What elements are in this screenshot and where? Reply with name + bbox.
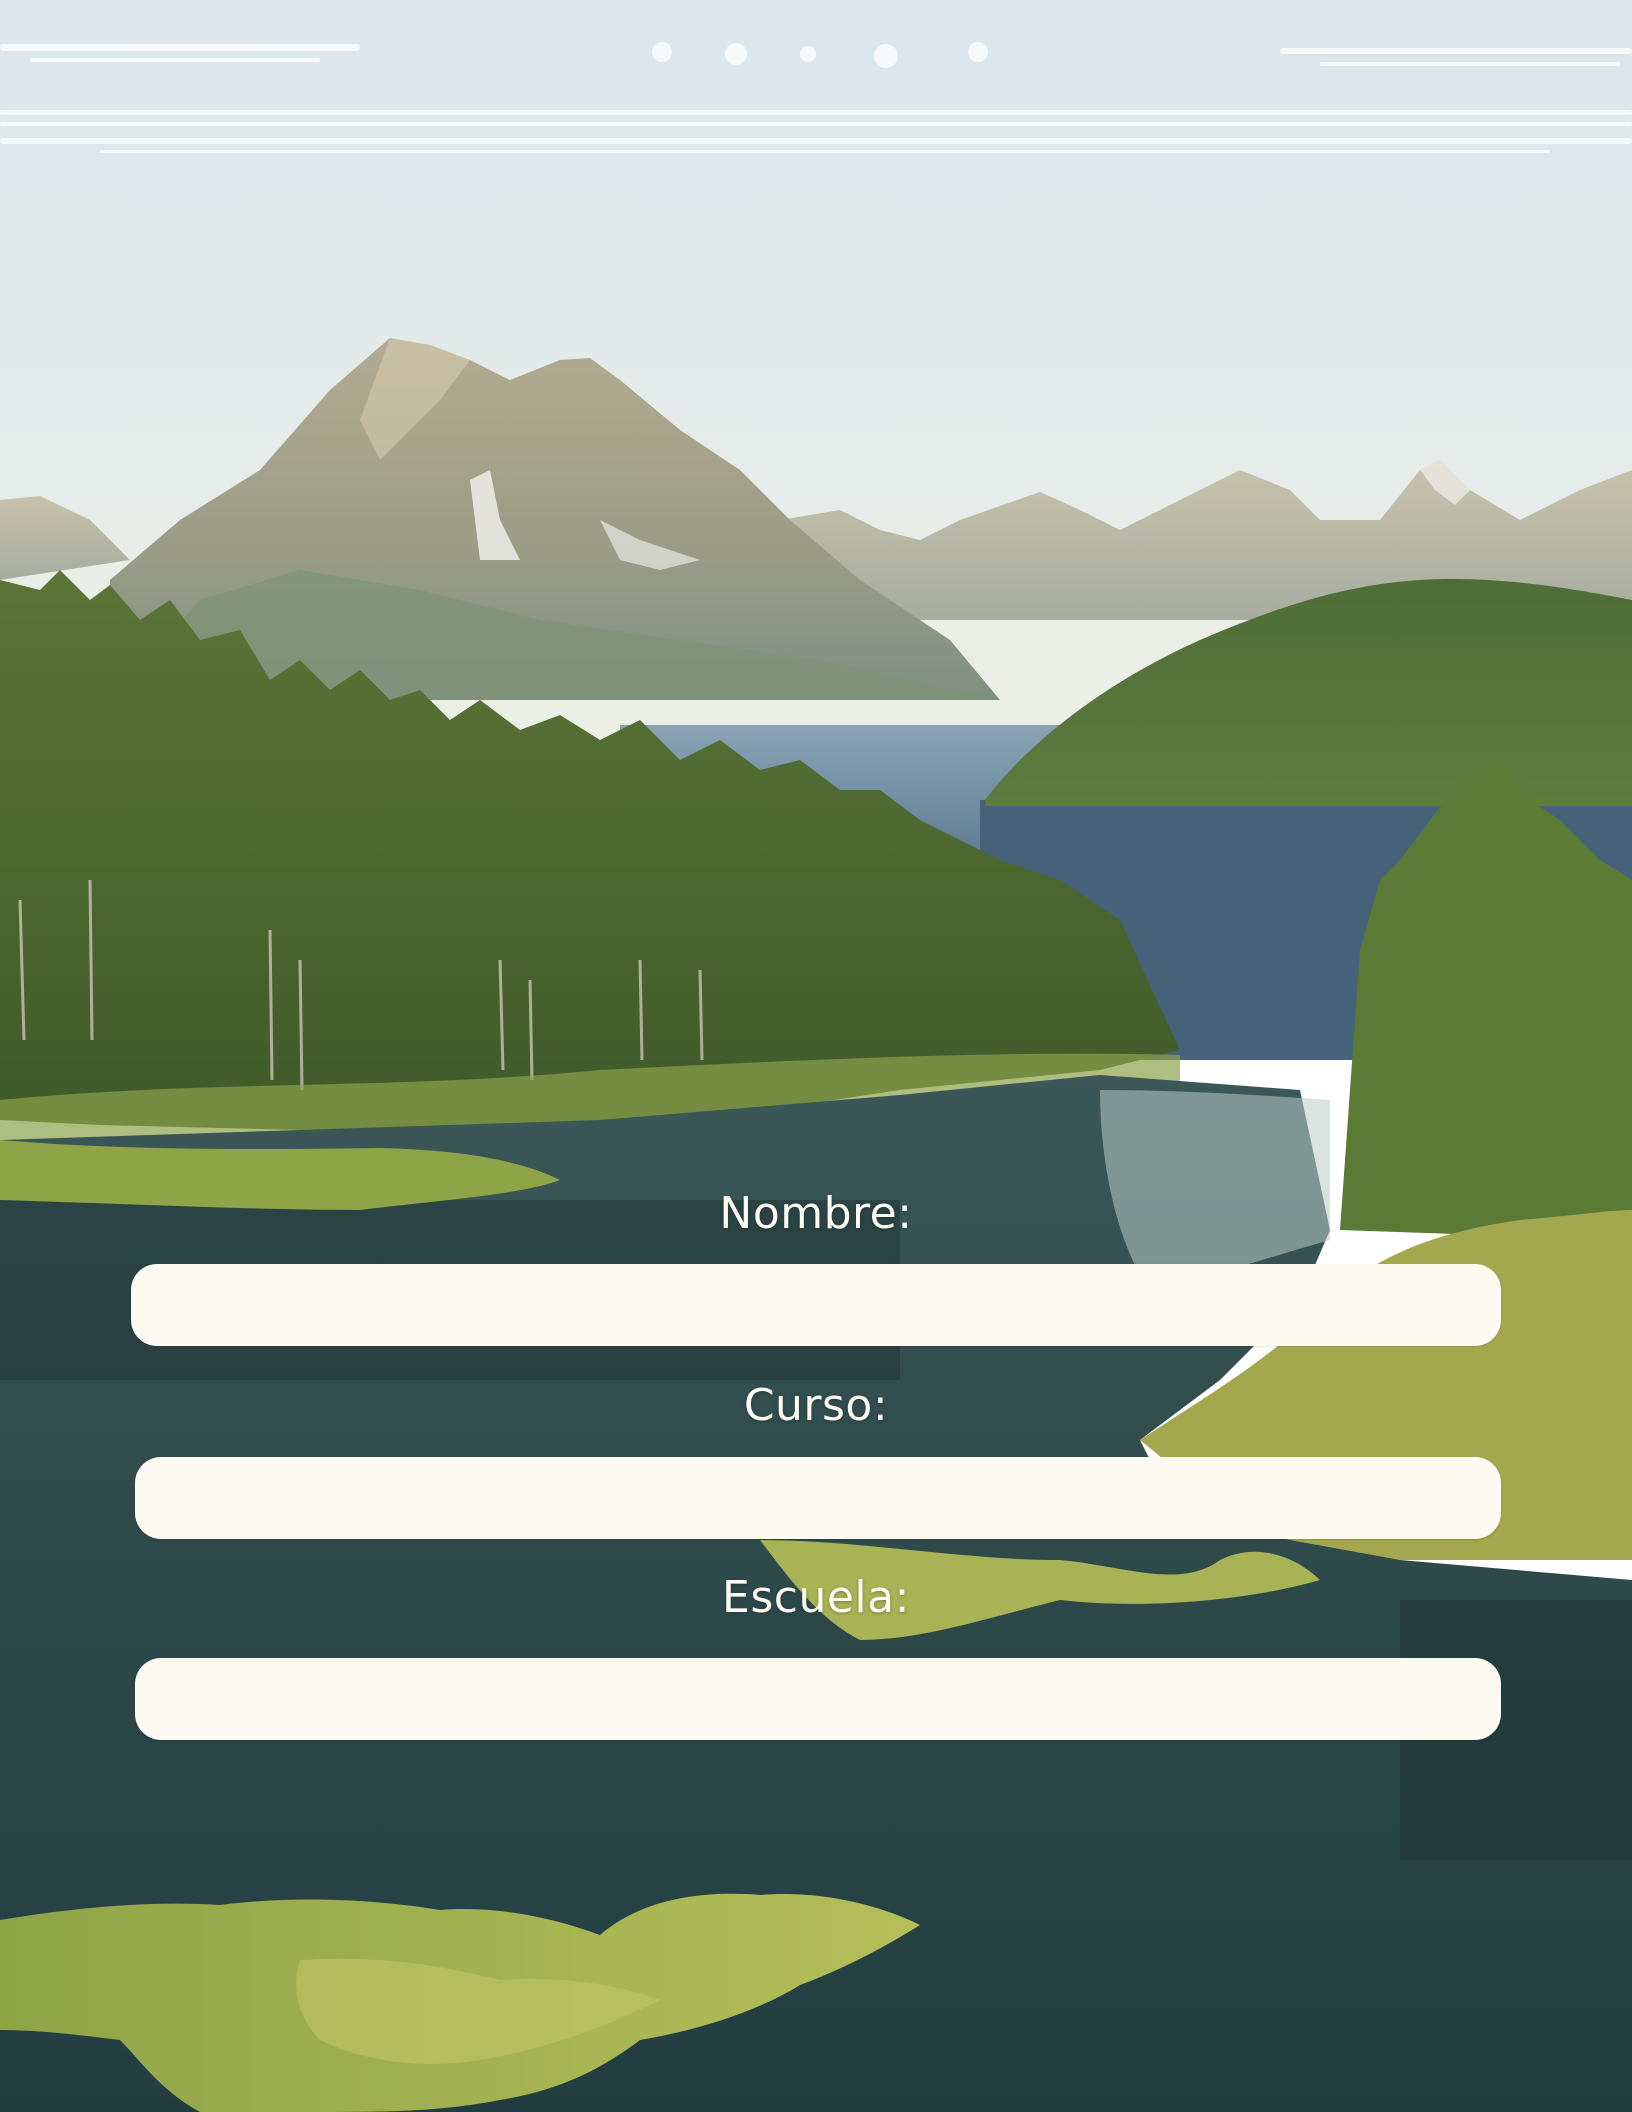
nombre-label: Nombre:	[719, 1188, 913, 1239]
nombre-field[interactable]	[131, 1264, 1501, 1346]
escuela-label: Escuela:	[722, 1572, 910, 1623]
cover-page: Nombre: Curso: Escuela:	[0, 0, 1632, 2112]
curso-field[interactable]	[135, 1457, 1501, 1539]
landscape-illustration	[0, 0, 1632, 2112]
escuela-field[interactable]	[135, 1658, 1501, 1740]
curso-label: Curso:	[743, 1380, 889, 1431]
